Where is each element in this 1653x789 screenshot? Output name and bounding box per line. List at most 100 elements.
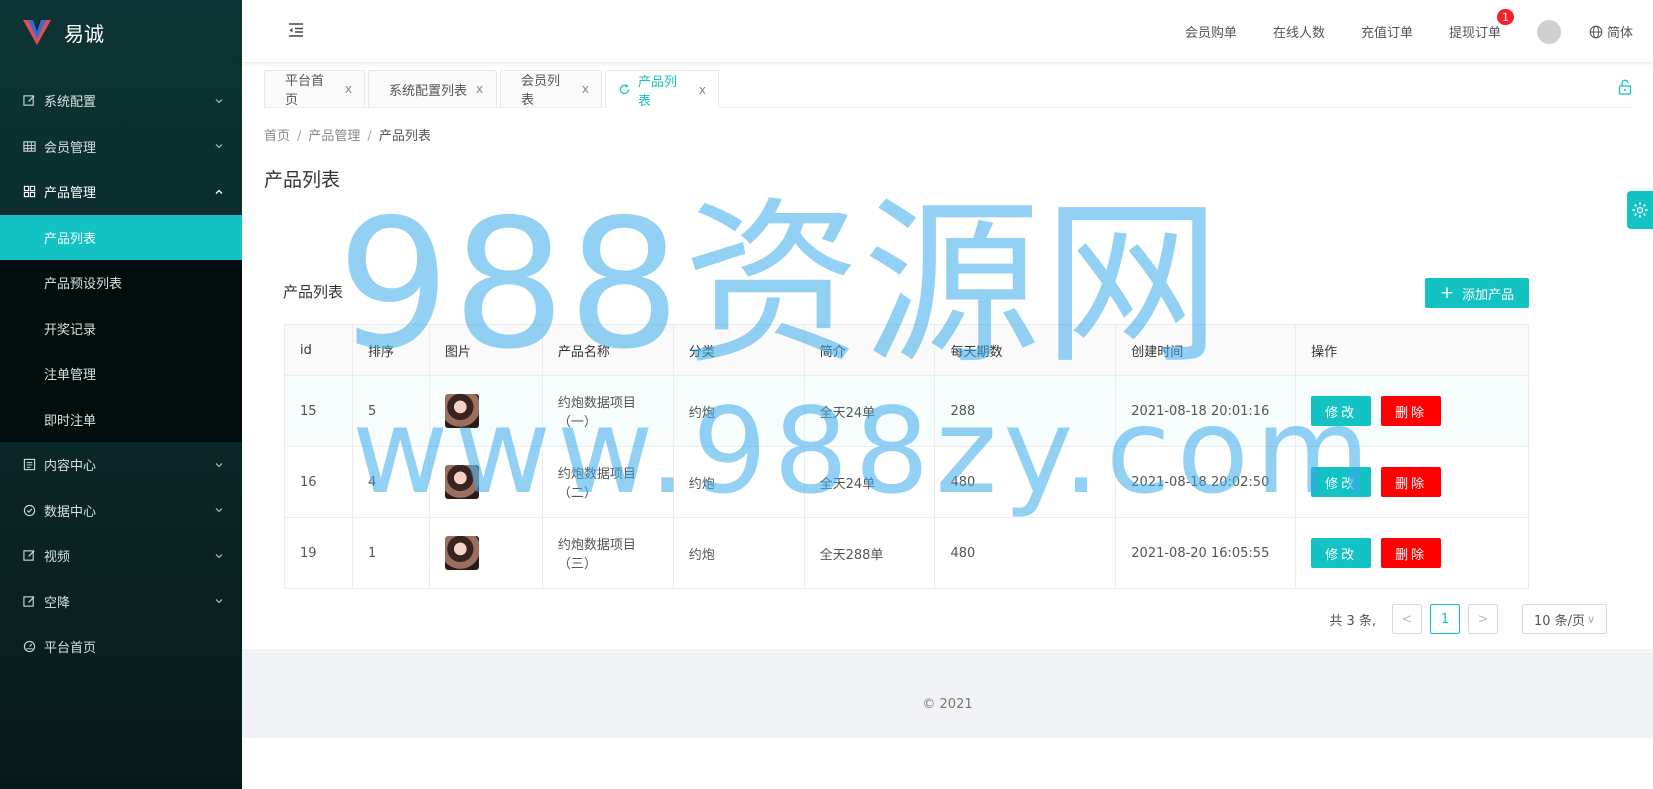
- tab-product-list[interactable]: 产品列表 x: [605, 70, 719, 109]
- sidebar: 易诚 系统配置 会员管理 产品管理 产品列表 产品预设列表 开奖记录 注单管理 …: [0, 0, 242, 789]
- tab-label: 平台首页: [285, 74, 325, 108]
- tab-label: 产品列表: [637, 74, 677, 109]
- prev-page-button[interactable]: <: [1392, 604, 1422, 634]
- edit-button[interactable]: 修改: [1311, 396, 1372, 426]
- sidebar-item-bet-manage[interactable]: 注单管理: [0, 351, 242, 397]
- breadcrumb: 首页 / 产品管理 / 产品列表: [264, 125, 431, 144]
- appstore-icon: [22, 185, 36, 199]
- unlock-icon[interactable]: [1617, 79, 1633, 95]
- tab-member-list[interactable]: 会员列表 x: [500, 70, 602, 108]
- column-header-name[interactable]: 产品名称: [541, 324, 674, 376]
- sidebar-item-content-center[interactable]: 内容中心: [0, 442, 242, 488]
- cell-sort: 1: [351, 517, 430, 589]
- cell-category: 约炮: [672, 517, 805, 589]
- page-button-current[interactable]: 1: [1430, 604, 1460, 634]
- column-header-periods[interactable]: 每天期数: [934, 324, 1117, 376]
- page-tabs: 平台首页 x 系统配置列表 x 会员列表 x 产品列表 x: [264, 70, 1633, 109]
- cell-image: [428, 375, 543, 447]
- header-link-member-orders[interactable]: 会员购单: [1185, 22, 1237, 41]
- next-page-button[interactable]: >: [1468, 604, 1498, 634]
- header-link-online-count[interactable]: 在线人数: [1273, 22, 1325, 41]
- tab-system-config-list[interactable]: 系统配置列表 x: [368, 70, 497, 107]
- sidebar-item-system-config[interactable]: 系统配置: [0, 78, 242, 124]
- tab-close-icon[interactable]: x: [476, 82, 483, 96]
- chevron-up-icon: [215, 189, 223, 194]
- delete-button[interactable]: 删除: [1381, 538, 1442, 568]
- sidebar-item-product-list[interactable]: 产品列表: [0, 214, 242, 260]
- header-links: 会员购单 在线人数 充值订单 提现订单 1 简体: [1149, 0, 1633, 63]
- table-row: 19 1 约炮数据项目（三） 约炮 全天288单 480 2021-08-20 …: [284, 517, 1529, 589]
- settings-drawer-button[interactable]: [1627, 191, 1653, 229]
- cell-category: 约炮: [672, 375, 805, 447]
- sidebar-menu: 系统配置 会员管理 产品管理 产品列表 产品预设列表 开奖记录 注单管理 即时注…: [0, 78, 242, 670]
- edit-button[interactable]: 修改: [1311, 467, 1372, 497]
- language-switch[interactable]: 简体: [1589, 22, 1633, 41]
- column-header-sort[interactable]: 排序: [351, 324, 430, 376]
- breadcrumb-current: 产品列表: [378, 129, 431, 144]
- chevron-down-icon: [215, 98, 223, 104]
- globe-icon: [1589, 25, 1603, 38]
- cell-created: 2021-08-20 16:05:55: [1115, 517, 1297, 589]
- column-header-image[interactable]: 图片: [428, 324, 543, 376]
- tab-platform-home[interactable]: 平台首页 x: [264, 70, 365, 108]
- cell-actions: 修改 删除: [1295, 517, 1529, 589]
- page-size-select[interactable]: 10 条/页 ∨: [1522, 604, 1607, 634]
- tab-close-icon[interactable]: x: [582, 82, 589, 96]
- delete-button[interactable]: 删除: [1381, 396, 1442, 426]
- cell-id: 15: [284, 375, 353, 447]
- page-title: 产品列表: [264, 169, 341, 191]
- chevron-down-icon: [215, 599, 223, 604]
- logo: 易诚: [0, 0, 242, 64]
- cell-id: 19: [284, 517, 353, 589]
- header-link-withdraw-orders[interactable]: 提现订单 1: [1448, 8, 1515, 41]
- avatar[interactable]: [1536, 19, 1561, 44]
- edit-icon: [22, 94, 36, 108]
- sidebar-item-platform-home[interactable]: 平台首页: [0, 624, 242, 670]
- check-circle-icon: [22, 503, 36, 517]
- pagination: 共 3 条, < 1 > 10 条/页 ∨: [1329, 604, 1607, 634]
- cell-image: [428, 446, 543, 518]
- breadcrumb-parent[interactable]: 产品管理: [308, 129, 360, 144]
- cell-name: 约炮数据项目（三）: [541, 517, 674, 589]
- cell-image: [428, 517, 543, 589]
- sidebar-item-product-preset[interactable]: 产品预设列表: [0, 260, 242, 306]
- reload-icon[interactable]: [618, 83, 631, 96]
- column-header-intro[interactable]: 简介: [803, 324, 936, 376]
- sidebar-item-live-bets[interactable]: 即时注单: [0, 397, 242, 443]
- cell-category: 约炮: [672, 446, 805, 518]
- language-label: 简体: [1606, 26, 1633, 41]
- cell-intro: 全天24单: [803, 375, 936, 447]
- delete-button[interactable]: 删除: [1381, 467, 1442, 497]
- cell-intro: 全天288单: [803, 517, 936, 589]
- edit-button[interactable]: 修改: [1311, 538, 1372, 568]
- cell-created: 2021-08-18 20:01:16: [1115, 375, 1297, 447]
- tab-close-icon[interactable]: x: [345, 82, 352, 96]
- product-thumbnail[interactable]: [444, 465, 479, 499]
- breadcrumb-home[interactable]: 首页: [264, 129, 290, 144]
- sidebar-item-member-manage[interactable]: 会员管理: [0, 124, 242, 170]
- logo-v-icon: [22, 17, 52, 47]
- menu-fold-icon[interactable]: [286, 20, 306, 40]
- sidebar-item-product-manage[interactable]: 产品管理: [0, 169, 242, 215]
- footer-bottom: [242, 738, 1653, 789]
- edit-icon: [22, 549, 36, 563]
- tab-close-icon[interactable]: x: [699, 83, 706, 97]
- breadcrumb-sep: /: [297, 129, 302, 144]
- sidebar-item-airdrop[interactable]: 空降: [0, 579, 242, 625]
- sidebar-item-lottery-record[interactable]: 开奖记录: [0, 306, 242, 352]
- cell-periods: 480: [934, 517, 1117, 589]
- gear-icon: [1632, 202, 1648, 218]
- product-thumbnail[interactable]: [444, 536, 479, 570]
- sidebar-item-video[interactable]: 视频: [0, 533, 242, 579]
- column-header-category[interactable]: 分类: [672, 324, 805, 376]
- pagination-total: 共 3 条,: [1329, 613, 1376, 629]
- cell-intro: 全天24单: [803, 446, 936, 518]
- column-header-id[interactable]: id: [284, 324, 353, 376]
- withdraw-orders-label: 提现订单: [1448, 26, 1501, 41]
- column-header-created[interactable]: 创建时间: [1115, 324, 1297, 376]
- add-product-button[interactable]: + 添加产品: [1425, 278, 1529, 308]
- product-thumbnail[interactable]: [444, 394, 479, 428]
- header-link-recharge-orders[interactable]: 充值订单: [1361, 22, 1413, 41]
- table-row: 15 5 约炮数据项目（一） 约炮 全天24单 288 2021-08-18 2…: [284, 375, 1529, 447]
- sidebar-item-data-center[interactable]: 数据中心: [0, 488, 242, 534]
